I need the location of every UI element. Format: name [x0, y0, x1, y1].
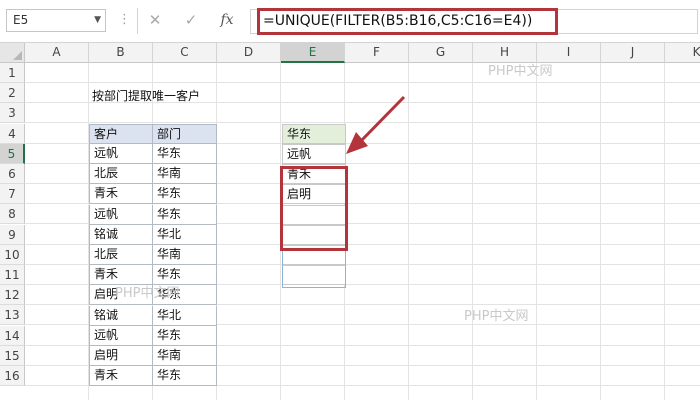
arrow-annotation	[346, 95, 406, 154]
arrow-line	[358, 95, 406, 144]
